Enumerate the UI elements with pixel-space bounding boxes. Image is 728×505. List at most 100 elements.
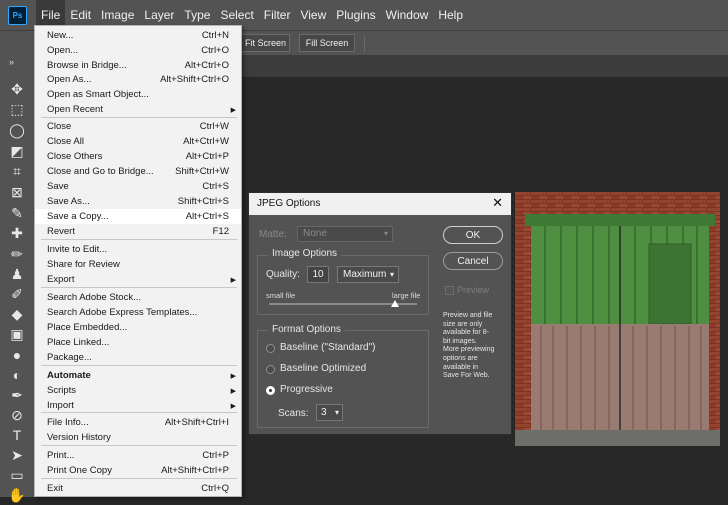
fill-screen-button[interactable]: Fill Screen	[299, 34, 355, 52]
file-menu-item[interactable]: Open as Smart Object...	[35, 87, 241, 102]
lasso-tool-icon[interactable]: ◯	[7, 120, 27, 140]
file-menu-item[interactable]: Scripts ▶	[35, 383, 241, 398]
eraser-tool-icon[interactable]: ◆	[7, 304, 27, 324]
file-menu-item[interactable]: Save a Copy... Alt+Ctrl+S	[35, 209, 241, 224]
history-brush-tool-icon[interactable]: ✐	[7, 284, 27, 304]
menu-item-label: Print...	[47, 450, 75, 461]
scans-select[interactable]: 3 ▾	[316, 404, 343, 421]
menu-item-label: Open Recent	[47, 104, 103, 115]
menu-item-label: Share for Review	[47, 259, 120, 270]
baseline-optimized-radio[interactable]	[266, 365, 275, 374]
menu-item-label: Close	[47, 121, 72, 132]
menu-item-shortcut: Ctrl+Q	[201, 483, 229, 494]
menu-item-label: Search Adobe Stock...	[47, 292, 142, 303]
file-menu-item[interactable]: Browse in Bridge... Alt+Ctrl+O	[35, 58, 241, 73]
menu-window[interactable]: Window	[381, 0, 434, 30]
menu-item-shortcut: Alt+Shift+Ctrl+I	[164, 417, 229, 428]
fit-screen-button[interactable]: Fit Screen	[241, 34, 290, 52]
file-menu-item[interactable]: Search Adobe Stock...	[35, 290, 241, 305]
file-menu-item[interactable]: Close Others Alt+Ctrl+P	[35, 149, 241, 164]
file-menu-item[interactable]: Automate ▶	[35, 368, 241, 383]
preview-checkbox[interactable]	[445, 286, 454, 295]
file-menu-item[interactable]: Print One Copy Alt+Shift+Ctrl+P	[35, 463, 241, 478]
move-tool-icon[interactable]: ✥	[7, 79, 27, 99]
matte-select[interactable]: None ▾	[297, 226, 393, 242]
file-menu-item[interactable]: Import ▶	[35, 398, 241, 413]
pen-tool-alt-icon[interactable]: ⊘	[7, 405, 27, 425]
preview-label: Preview	[457, 285, 490, 295]
type-tool-icon[interactable]: T	[7, 425, 27, 445]
menu-item-label: File Info...	[47, 417, 89, 428]
quality-slider-thumb[interactable]	[390, 300, 399, 307]
document-image	[515, 192, 720, 446]
menu-view[interactable]: View	[295, 0, 331, 30]
file-menu-item[interactable]: Close and Go to Bridge... Shift+Ctrl+W	[35, 164, 241, 179]
menu-item-shortcut: Alt+Ctrl+P	[185, 151, 229, 162]
menu-plugins[interactable]: Plugins	[331, 0, 380, 30]
healing-brush-tool-icon[interactable]: ✚	[7, 223, 27, 243]
crop-tool-icon[interactable]: ⌗	[7, 161, 27, 181]
large-file-label: large file	[392, 291, 421, 300]
cancel-button[interactable]: Cancel	[443, 252, 503, 270]
file-menu-item[interactable]: Open... Ctrl+O	[35, 43, 241, 58]
menu-separator	[41, 478, 237, 479]
frame-tool-icon[interactable]: ⊠	[7, 182, 27, 202]
menu-help[interactable]: Help	[433, 0, 468, 30]
file-menu-item[interactable]: Place Embedded...	[35, 320, 241, 335]
file-menu-item[interactable]: Package...	[35, 350, 241, 365]
scans-label: Scans:	[278, 408, 309, 419]
quality-input[interactable]: 10	[307, 266, 329, 283]
file-menu-item[interactable]: Print... Ctrl+P	[35, 448, 241, 463]
file-menu-item[interactable]: Save As... Shift+Ctrl+S	[35, 194, 241, 209]
menu-item-label: New...	[47, 30, 74, 41]
clone-stamp-tool-icon[interactable]: ♟	[7, 264, 27, 284]
menu-filter[interactable]: Filter	[259, 0, 296, 30]
quality-preset-select[interactable]: Maximum ▾	[337, 266, 399, 283]
file-menu-item[interactable]: Open Recent ▶	[35, 102, 241, 117]
dialog-title-bar: JPEG Options ✕	[249, 193, 511, 215]
object-selection-tool-icon[interactable]: ◩	[7, 141, 27, 161]
brush-tool-icon[interactable]: ✏	[7, 244, 27, 264]
dialog-title: JPEG Options	[257, 198, 321, 209]
file-menu-item[interactable]: Place Linked...	[35, 335, 241, 350]
file-menu-item[interactable]: Search Adobe Express Templates...	[35, 305, 241, 320]
baseline-standard-radio[interactable]	[266, 344, 275, 353]
file-menu-item[interactable]: Close Ctrl+W	[35, 119, 241, 134]
gradient-tool-icon[interactable]: ▣	[7, 324, 27, 344]
file-menu-item[interactable]: Revert F12	[35, 224, 241, 239]
file-menu-item[interactable]: Version History	[35, 430, 241, 445]
menu-item-shortcut: Alt+Ctrl+W	[183, 136, 229, 147]
progressive-radio[interactable]	[266, 386, 275, 395]
hand-tool-icon[interactable]: ✋	[7, 485, 27, 505]
path-selection-tool-icon[interactable]: ➤	[7, 445, 27, 465]
file-menu-item[interactable]: New... Ctrl+N	[35, 28, 241, 43]
quality-label: Quality:	[266, 269, 300, 280]
menu-item-label: Open as Smart Object...	[47, 89, 149, 100]
ok-button[interactable]: OK	[443, 226, 503, 244]
close-icon[interactable]: ✕	[492, 195, 503, 211]
file-menu-item[interactable]: Export ▶	[35, 272, 241, 287]
file-menu-item[interactable]: Close All Alt+Ctrl+W	[35, 134, 241, 149]
file-menu-item[interactable]: Save Ctrl+S	[35, 179, 241, 194]
menu-item-shortcut: Shift+Ctrl+W	[175, 166, 229, 177]
menu-separator	[41, 117, 237, 118]
menu-item-label: Save a Copy...	[47, 211, 109, 222]
file-menu-item[interactable]: Invite to Edit...	[35, 242, 241, 257]
progressive-label: Progressive	[280, 384, 333, 395]
panel-collapse-icon[interactable]: »	[9, 57, 14, 67]
file-menu-item[interactable]: Exit Ctrl+Q	[35, 481, 241, 496]
menu-item-shortcut: Alt+Shift+Ctrl+P	[161, 465, 229, 476]
menu-item-label: Close Others	[47, 151, 103, 162]
eyedropper-tool-icon[interactable]: ✎	[7, 203, 27, 223]
pen-tool-icon[interactable]: ✒	[7, 385, 27, 405]
quality-preset-value: Maximum	[343, 269, 387, 280]
menu-item-label: Close All	[47, 136, 84, 147]
rectangle-tool-icon[interactable]: ▭	[7, 465, 27, 485]
marquee-tool-icon[interactable]: ⬚	[7, 99, 27, 119]
file-menu-item[interactable]: Open As... Alt+Shift+Ctrl+O	[35, 72, 241, 87]
menu-separator	[41, 365, 237, 366]
dodge-tool-icon[interactable]: ◐	[7, 365, 27, 385]
blur-tool-icon[interactable]: ●	[7, 345, 27, 365]
file-menu-item[interactable]: Share for Review	[35, 257, 241, 272]
file-menu-item[interactable]: File Info... Alt+Shift+Ctrl+I	[35, 415, 241, 430]
